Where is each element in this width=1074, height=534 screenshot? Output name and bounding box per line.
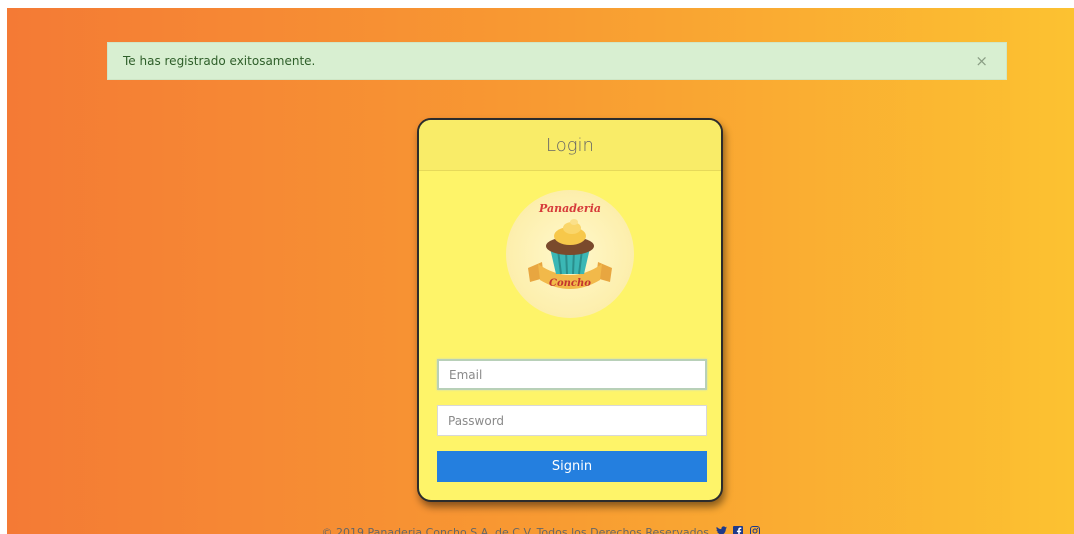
signin-button[interactable]: Signin — [437, 451, 707, 482]
email-input[interactable] — [437, 359, 707, 390]
password-input[interactable] — [437, 405, 707, 436]
footer-copyright: © 2019 Panaderia Concho S.A. de C.V. Tod… — [321, 526, 710, 534]
cupcake-icon — [528, 219, 612, 289]
login-title: Login — [419, 120, 721, 171]
instagram-icon[interactable] — [749, 526, 760, 534]
facebook-icon[interactable] — [733, 526, 744, 534]
login-card: Login Panaderia Concho Email Signin — [417, 118, 723, 502]
logo-text-bottom: Concho — [549, 278, 591, 289]
cupcake-logo: Panaderia Concho — [506, 190, 634, 318]
footer: © 2019 Panaderia Concho S.A. de C.V. Tod… — [7, 526, 1074, 534]
success-alert: Te has registrado exitosamente. × — [107, 42, 1007, 80]
twitter-icon[interactable] — [715, 526, 727, 534]
close-icon[interactable]: × — [975, 53, 988, 69]
page-background: Te has registrado exitosamente. × Login … — [7, 8, 1074, 534]
alert-message: Te has registrado exitosamente. — [123, 54, 316, 68]
